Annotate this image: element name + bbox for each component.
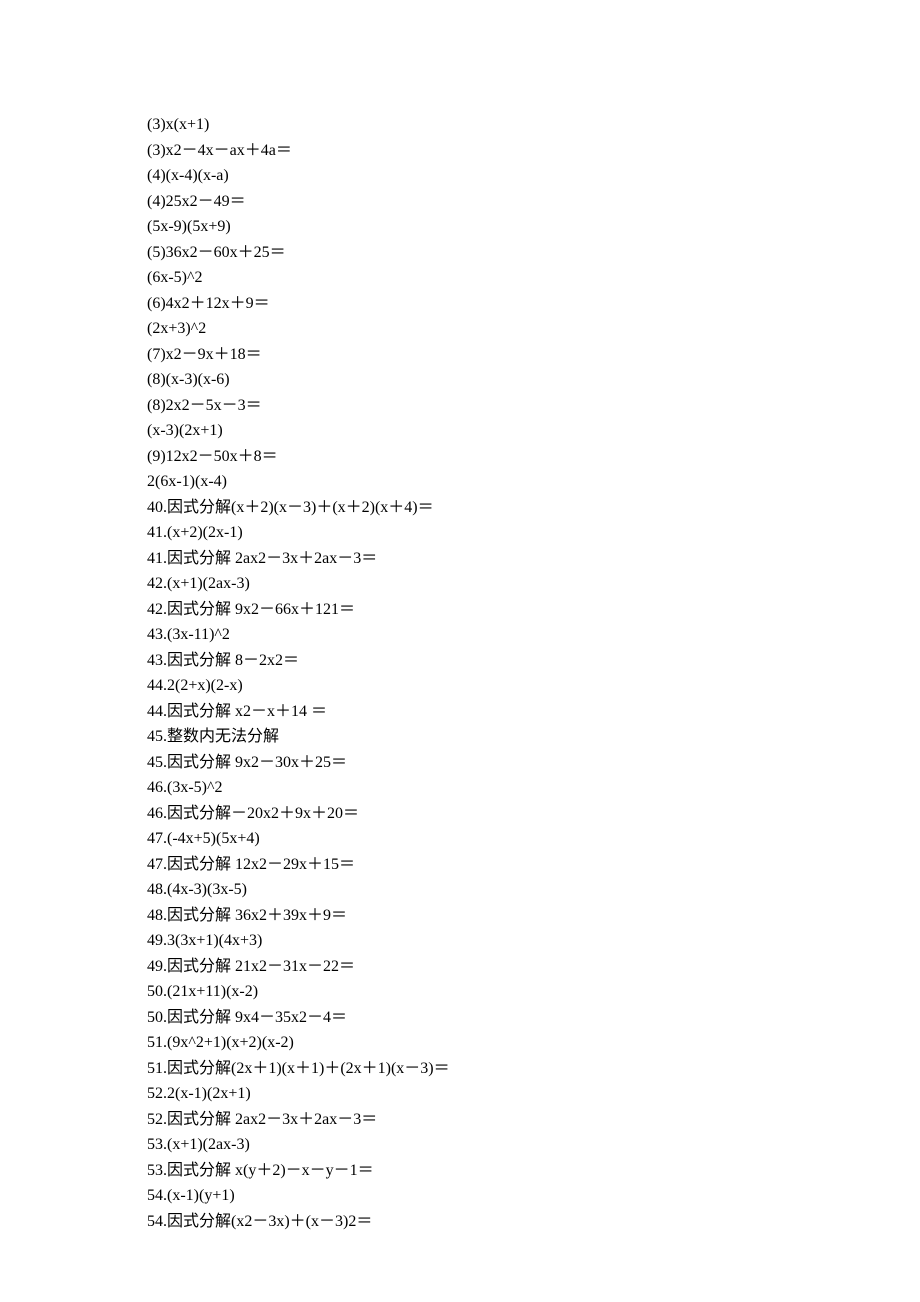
- text-line: 54.因式分解(x2－3x)＋(x－3)2＝: [147, 1209, 920, 1235]
- text-line: 54.(x-1)(y+1): [147, 1183, 920, 1209]
- text-line: 49.因式分解 21x2－31x－22＝: [147, 954, 920, 980]
- text-line: (4)25x2－49＝: [147, 189, 920, 215]
- text-line: 43.(3x-11)^2: [147, 622, 920, 648]
- text-line: 41.因式分解 2ax2－3x＋2ax－3＝: [147, 546, 920, 572]
- text-line: 44.因式分解 x2－x＋14 ＝: [147, 699, 920, 725]
- text-line: 45.整数内无法分解: [147, 724, 920, 750]
- text-line: 51.因式分解(2x＋1)(x＋1)＋(2x＋1)(x－3)＝: [147, 1056, 920, 1082]
- text-line: 40.因式分解(x＋2)(x－3)＋(x＋2)(x＋4)＝: [147, 495, 920, 521]
- text-line: (8)2x2－5x－3＝: [147, 393, 920, 419]
- text-line: (5)36x2－60x＋25＝: [147, 240, 920, 266]
- text-line: (x-3)(2x+1): [147, 418, 920, 444]
- text-line: 47.(-4x+5)(5x+4): [147, 826, 920, 852]
- text-line: (6x-5)^2: [147, 265, 920, 291]
- text-line: (6)4x2＋12x＋9＝: [147, 291, 920, 317]
- text-line: 45.因式分解 9x2－30x＋25＝: [147, 750, 920, 776]
- text-line: 2(6x-1)(x-4): [147, 469, 920, 495]
- text-line: 44.2(2+x)(2-x): [147, 673, 920, 699]
- text-line: 50.(21x+11)(x-2): [147, 979, 920, 1005]
- text-line: 53.(x+1)(2ax-3): [147, 1132, 920, 1158]
- text-line: 42.因式分解 9x2－66x＋121＝: [147, 597, 920, 623]
- text-line: (9)12x2－50x＋8＝: [147, 444, 920, 470]
- text-line: 52.因式分解 2ax2－3x＋2ax－3＝: [147, 1107, 920, 1133]
- text-line: 52.2(x-1)(2x+1): [147, 1081, 920, 1107]
- text-line: (8)(x-3)(x-6): [147, 367, 920, 393]
- text-line: 41.(x+2)(2x-1): [147, 520, 920, 546]
- text-line: (5x-9)(5x+9): [147, 214, 920, 240]
- text-line: 48.因式分解 36x2＋39x＋9＝: [147, 903, 920, 929]
- text-line: 42.(x+1)(2ax-3): [147, 571, 920, 597]
- text-line: 43.因式分解 8－2x2＝: [147, 648, 920, 674]
- text-line: (7)x2－9x＋18＝: [147, 342, 920, 368]
- text-line: (2x+3)^2: [147, 316, 920, 342]
- text-line: 47.因式分解 12x2－29x＋15＝: [147, 852, 920, 878]
- text-line: (4)(x-4)(x-a): [147, 163, 920, 189]
- text-line: 46.因式分解－20x2＋9x＋20＝: [147, 801, 920, 827]
- text-line: 50.因式分解 9x4－35x2－4＝: [147, 1005, 920, 1031]
- text-line: 53.因式分解 x(y＋2)－x－y－1＝: [147, 1158, 920, 1184]
- text-line: (3)x(x+1): [147, 112, 920, 138]
- text-line: 51.(9x^2+1)(x+2)(x-2): [147, 1030, 920, 1056]
- document-page: (3)x(x+1) (3)x2－4x－ax＋4a＝ (4)(x-4)(x-a) …: [0, 0, 920, 1234]
- text-line: (3)x2－4x－ax＋4a＝: [147, 138, 920, 164]
- text-line: 46.(3x-5)^2: [147, 775, 920, 801]
- text-line: 48.(4x-3)(3x-5): [147, 877, 920, 903]
- text-line: 49.3(3x+1)(4x+3): [147, 928, 920, 954]
